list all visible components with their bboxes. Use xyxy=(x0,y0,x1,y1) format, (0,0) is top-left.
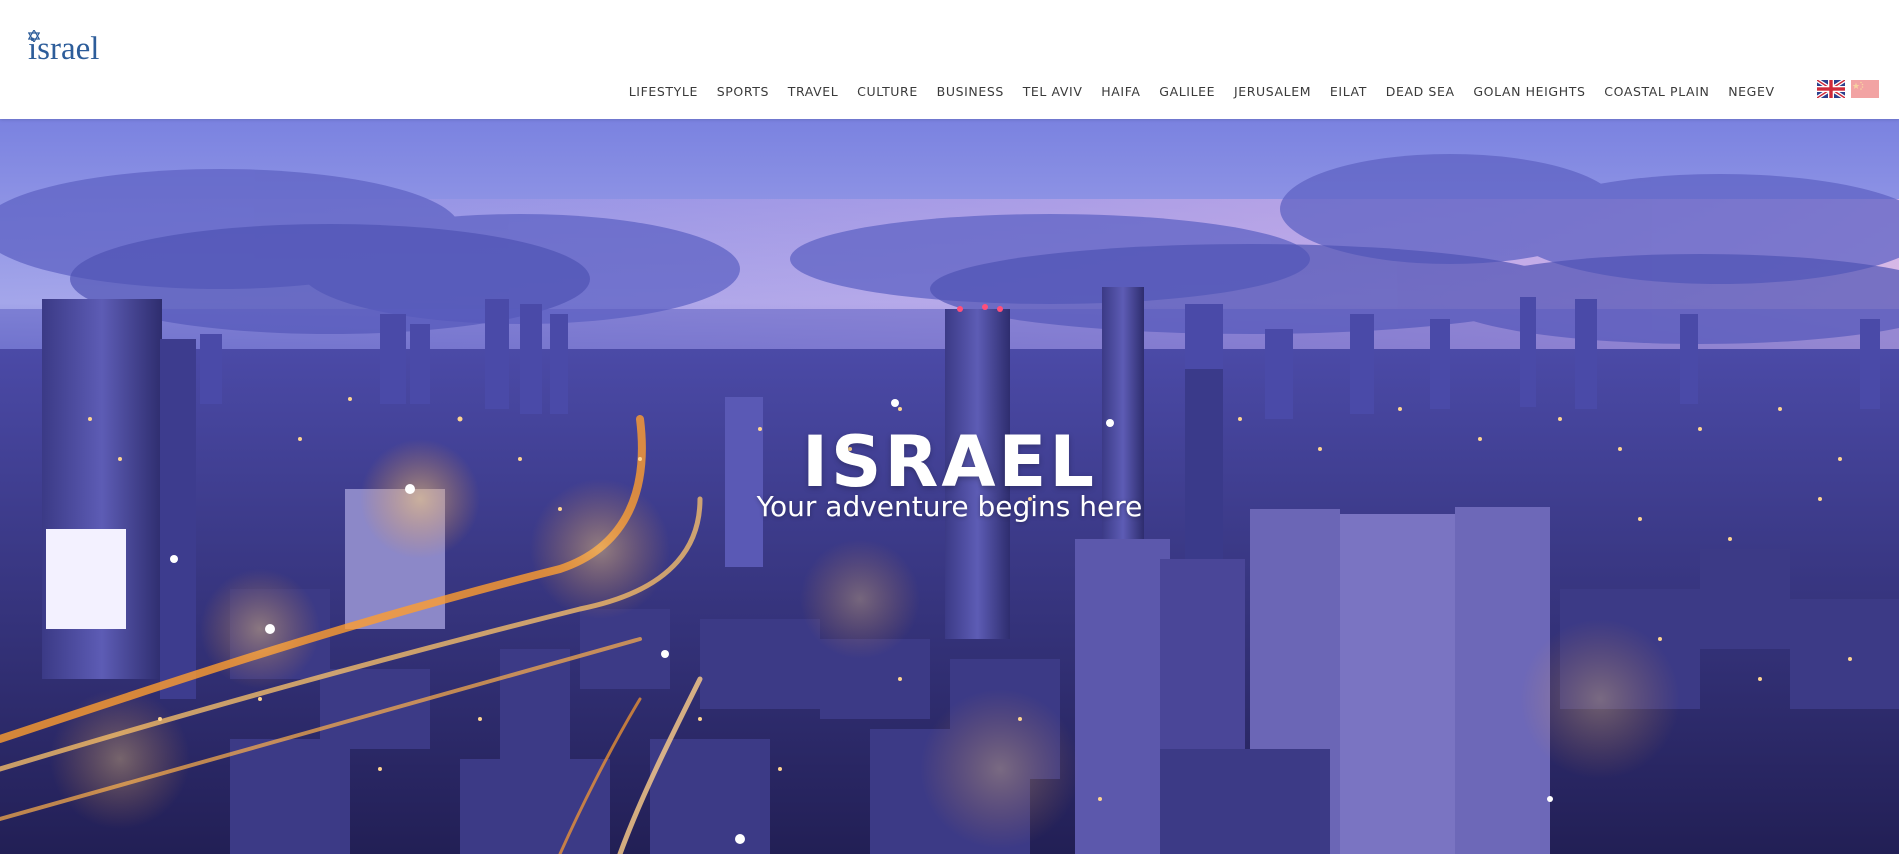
hero-subtitle: Your adventure begins here xyxy=(756,490,1143,523)
site-header: israel LIFESTYLE SPORTS TRAVEL CULTURE B… xyxy=(0,0,1899,119)
hero-banner: ISRAEL Your adventure begins here xyxy=(0,119,1899,854)
nav-business[interactable]: BUSINESS xyxy=(927,84,1013,99)
hero-title: ISRAEL xyxy=(802,421,1097,503)
nav-lifestyle[interactable]: LIFESTYLE xyxy=(619,84,707,99)
nav-coastal-plain[interactable]: COASTAL PLAIN xyxy=(1595,84,1719,99)
nav-galilee[interactable]: GALILEE xyxy=(1150,84,1225,99)
nav-tel-aviv[interactable]: TEL AVIV xyxy=(1013,84,1092,99)
nav-culture[interactable]: CULTURE xyxy=(848,84,927,99)
nav-travel[interactable]: TRAVEL xyxy=(778,84,847,99)
nav-dead-sea[interactable]: DEAD SEA xyxy=(1376,84,1464,99)
nav-jerusalem[interactable]: JERUSALEM xyxy=(1225,84,1321,99)
star-of-david-icon xyxy=(28,30,40,42)
site-logo[interactable]: israel xyxy=(28,26,99,66)
nav-negev[interactable]: NEGEV xyxy=(1719,84,1784,99)
nav-sports[interactable]: SPORTS xyxy=(707,84,778,99)
nav-eilat[interactable]: EILAT xyxy=(1321,84,1377,99)
nav-golan-heights[interactable]: GOLAN HEIGHTS xyxy=(1464,84,1595,99)
china-flag-icon[interactable] xyxy=(1851,80,1879,98)
main-nav: LIFESTYLE SPORTS TRAVEL CULTURE BUSINESS… xyxy=(619,82,1784,100)
uk-flag-icon[interactable] xyxy=(1817,80,1845,98)
language-switcher xyxy=(1817,80,1879,98)
nav-haifa[interactable]: HAIFA xyxy=(1092,84,1150,99)
